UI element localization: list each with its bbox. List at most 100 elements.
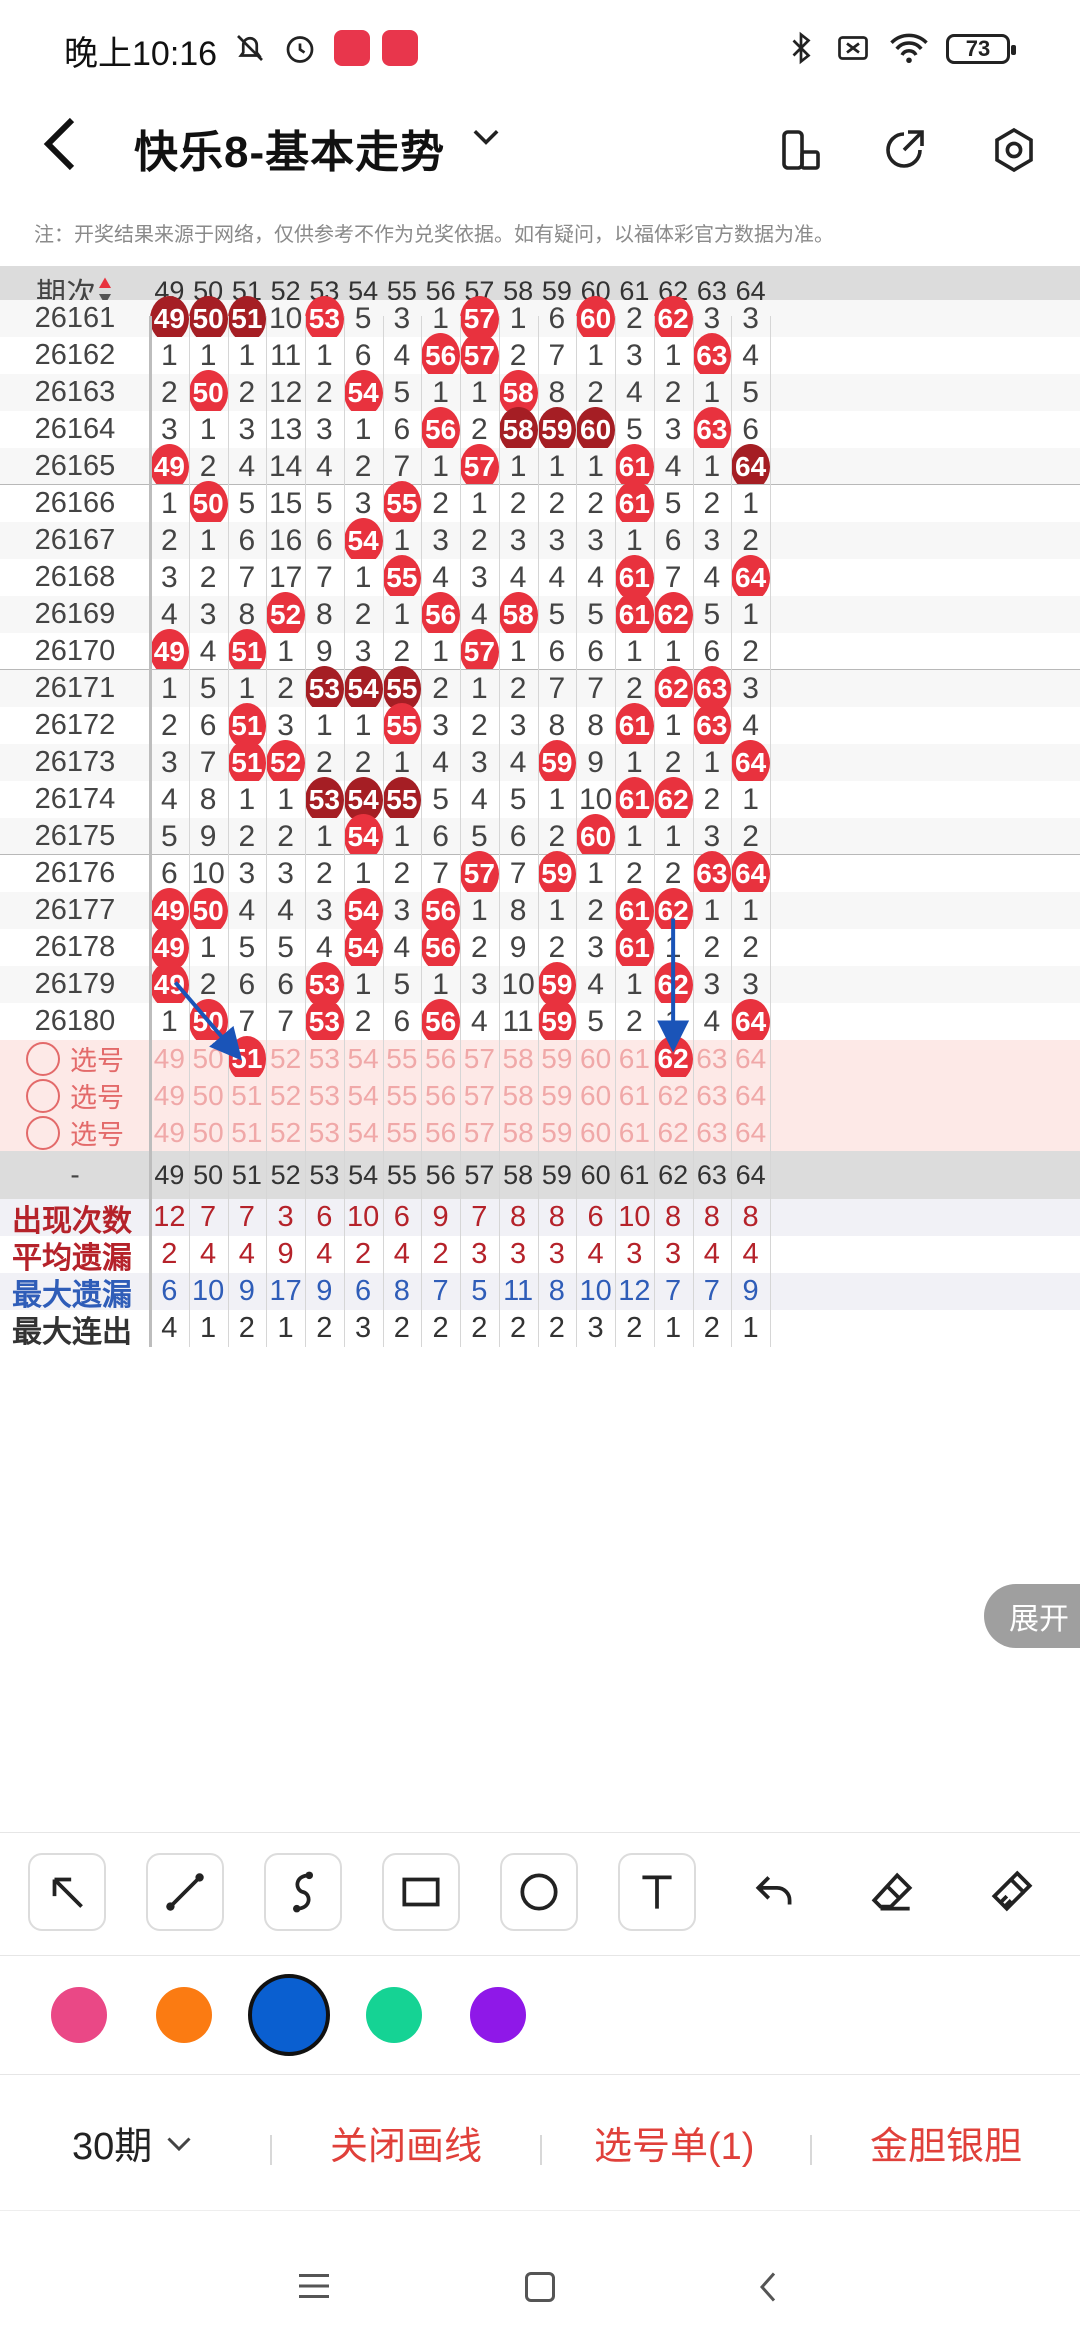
pick-number-cell[interactable]: 61 [615, 1114, 654, 1151]
pick-number-cell[interactable]: 54 [344, 1114, 383, 1151]
number-cell[interactable]: 5 [228, 929, 267, 966]
number-cell[interactable]: 1 [189, 929, 228, 966]
number-cell[interactable]: 1 [421, 448, 460, 485]
number-cell[interactable]: 2 [460, 411, 499, 448]
number-cell[interactable]: 1 [150, 670, 189, 707]
number-cell[interactable]: 1 [344, 559, 383, 596]
number-cell[interactable]: 50 [188, 887, 228, 934]
number-cell[interactable]: 64 [731, 739, 770, 786]
number-cell[interactable]: 8 [499, 892, 538, 929]
number-cell[interactable]: 6 [654, 522, 693, 559]
number-cell[interactable]: 53 [305, 998, 344, 1045]
number-cell[interactable]: 54 [343, 665, 383, 712]
number-cell[interactable]: 1 [189, 337, 228, 374]
number-cell[interactable]: 4 [189, 633, 228, 670]
number-cell[interactable]: 64 [731, 850, 770, 897]
number-cell[interactable]: 5 [189, 670, 228, 707]
number-cell[interactable]: 2 [421, 670, 460, 707]
number-cell[interactable]: 59 [537, 850, 577, 897]
number-cell[interactable]: 11 [499, 1003, 538, 1040]
number-cell[interactable]: 58 [498, 369, 538, 416]
number-cell[interactable]: 4 [228, 448, 267, 485]
number-cell[interactable]: 5 [615, 411, 654, 448]
number-cell[interactable]: 5 [150, 818, 189, 855]
number-cell[interactable]: 61 [615, 887, 654, 934]
number-cell[interactable]: 2 [460, 522, 499, 559]
back-button[interactable] [40, 114, 100, 186]
number-cell[interactable]: 2 [499, 337, 538, 374]
number-cell[interactable]: 50 [188, 295, 228, 342]
number-cell[interactable]: 5 [654, 485, 693, 522]
number-cell[interactable]: 2 [189, 448, 228, 485]
number-cell[interactable]: 3 [615, 337, 654, 374]
number-cell[interactable]: 1 [693, 374, 732, 411]
number-cell[interactable]: 8 [228, 596, 267, 633]
eraser-button[interactable] [854, 1853, 932, 1931]
number-cell[interactable]: 2 [189, 559, 228, 596]
number-cell[interactable]: 1 [189, 411, 228, 448]
pick-number-cell[interactable]: 60 [576, 1040, 615, 1077]
number-cell[interactable]: 4 [383, 929, 422, 966]
number-cell[interactable]: 4 [499, 559, 538, 596]
pick-row-toggle[interactable]: 选号 [0, 1114, 150, 1151]
number-cell[interactable]: 54 [343, 924, 383, 971]
pick-number-cell[interactable]: 54 [344, 1077, 383, 1114]
number-cell[interactable]: 1 [576, 855, 615, 892]
number-cell[interactable]: 2 [615, 855, 654, 892]
number-cell[interactable]: 4 [305, 929, 344, 966]
number-cell[interactable]: 1 [499, 448, 538, 485]
number-cell[interactable]: 3 [731, 670, 770, 707]
number-cell[interactable]: 7 [538, 337, 577, 374]
number-cell[interactable]: 2 [499, 485, 538, 522]
number-cell[interactable]: 49 [150, 961, 189, 1008]
number-cell[interactable]: 6 [731, 411, 770, 448]
pick-number-cell[interactable]: 51 [228, 1114, 267, 1151]
text-tool-button[interactable] [618, 1853, 696, 1931]
number-cell[interactable]: 7 [538, 670, 577, 707]
color-swatch-green[interactable] [366, 1987, 422, 2043]
number-cell[interactable]: 2 [305, 744, 344, 781]
number-cell[interactable]: 6 [266, 966, 305, 1003]
number-cell[interactable]: 2 [538, 485, 577, 522]
number-cell[interactable]: 54 [343, 776, 383, 823]
number-cell[interactable]: 1 [460, 892, 499, 929]
undo-button[interactable] [736, 1853, 814, 1931]
number-cell[interactable]: 5 [460, 818, 499, 855]
number-cell[interactable]: 55 [382, 480, 422, 527]
number-cell[interactable]: 1 [693, 892, 732, 929]
number-cell[interactable]: 1 [383, 744, 422, 781]
close-draw-button[interactable]: 关闭画线 [330, 2115, 482, 2170]
number-cell[interactable]: 2 [693, 929, 732, 966]
color-swatch-blue-selected[interactable] [248, 1974, 330, 2056]
number-cell[interactable]: 1 [189, 522, 228, 559]
number-cell[interactable]: 6 [189, 707, 228, 744]
number-cell[interactable]: 4 [305, 448, 344, 485]
pick-number-cell[interactable]: 55 [383, 1077, 422, 1114]
pick-row-toggle[interactable]: 选号 [0, 1040, 150, 1077]
number-cell[interactable]: 1 [615, 522, 654, 559]
number-cell[interactable]: 5 [383, 374, 422, 411]
circle-tool-button[interactable] [500, 1853, 578, 1931]
number-cell[interactable]: 7 [421, 855, 460, 892]
pick-number-cell[interactable]: 59 [538, 1077, 577, 1114]
pick-number-cell[interactable]: 61 [615, 1077, 654, 1114]
number-cell[interactable]: 3 [383, 892, 422, 929]
number-cell[interactable]: 2 [344, 448, 383, 485]
color-swatch-orange[interactable] [156, 1987, 212, 2043]
number-cell[interactable]: 49 [150, 295, 189, 342]
number-cell[interactable]: 64 [731, 554, 770, 601]
number-cell[interactable]: 6 [228, 522, 267, 559]
number-cell[interactable]: 49 [150, 443, 189, 490]
number-cell[interactable]: 1 [731, 596, 770, 633]
number-cell[interactable]: 4 [731, 337, 770, 374]
number-cell[interactable]: 3 [499, 522, 538, 559]
number-cell[interactable]: 4 [576, 559, 615, 596]
number-cell[interactable]: 1 [576, 337, 615, 374]
number-cell[interactable]: 10 [576, 781, 615, 818]
number-cell[interactable]: 2 [344, 596, 383, 633]
number-cell[interactable]: 54 [343, 813, 383, 860]
number-cell[interactable]: 3 [150, 744, 189, 781]
pick-number-cell[interactable]: 55 [383, 1114, 422, 1151]
number-cell[interactable]: 62 [653, 665, 693, 712]
number-cell[interactable]: 52 [266, 591, 305, 638]
